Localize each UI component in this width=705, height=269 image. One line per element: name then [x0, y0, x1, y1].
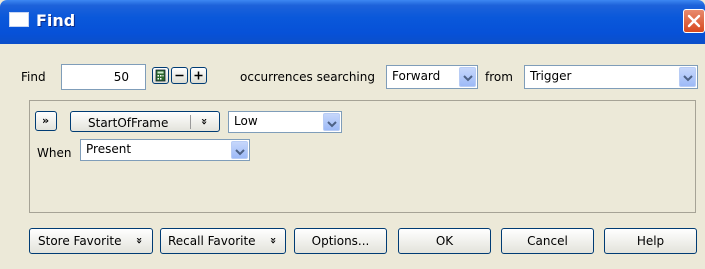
from-label: from [485, 70, 513, 84]
condition-field-dropdown[interactable]: StartOfFrame » [70, 111, 220, 132]
options-button[interactable]: Options... [294, 228, 387, 254]
find-label: Find [21, 70, 46, 84]
find-dialog: Find Find 50 occurrences searching Forwa… [0, 0, 705, 269]
occurrences-label: occurrences searching [240, 70, 375, 84]
recall-favorite-label: Recall Favorite [168, 234, 256, 248]
double-chevron-down-icon: » [267, 236, 281, 245]
window-title: Find [36, 11, 76, 30]
level-value: Low [234, 114, 258, 128]
condition-field-value: StartOfFrame [88, 116, 169, 130]
level-select[interactable]: Low [228, 111, 342, 133]
increment-button[interactable] [190, 67, 207, 84]
plus-icon [194, 71, 203, 80]
chevron-down-icon[interactable] [679, 67, 696, 87]
chevron-down-icon[interactable] [323, 113, 340, 131]
expand-condition-button[interactable]: » [35, 111, 57, 131]
from-value: Trigger [530, 69, 572, 83]
store-favorite-label: Store Favorite [38, 234, 122, 248]
minus-icon [175, 74, 184, 77]
chevron-down-icon[interactable] [231, 141, 248, 159]
calculator-icon [155, 69, 166, 82]
chevron-down-icon[interactable] [459, 67, 476, 87]
cancel-button[interactable]: Cancel [501, 228, 594, 254]
decrement-button[interactable] [171, 67, 188, 84]
from-select[interactable]: Trigger [524, 65, 698, 89]
calculator-button[interactable] [152, 67, 169, 84]
direction-value: Forward [392, 69, 441, 83]
double-chevron-down-icon: » [42, 114, 50, 127]
double-chevron-down-icon: » [133, 236, 147, 245]
close-icon [687, 14, 701, 28]
direction-select[interactable]: Forward [386, 65, 478, 89]
help-button[interactable]: Help [604, 228, 697, 254]
ok-label: OK [435, 234, 454, 248]
recall-favorite-button[interactable]: Recall Favorite » [160, 228, 286, 254]
when-value: Present [86, 142, 132, 156]
when-label: When [37, 146, 72, 160]
title-bar[interactable]: Find [0, 0, 705, 44]
when-select[interactable]: Present [80, 139, 250, 161]
ok-button[interactable]: OK [398, 228, 491, 254]
window-icon [9, 12, 29, 27]
double-chevron-down-icon: » [198, 117, 212, 126]
help-label: Help [636, 234, 665, 248]
close-button[interactable] [683, 9, 705, 33]
separator [190, 115, 191, 129]
options-label: Options... [311, 234, 370, 248]
occurrence-count-input[interactable]: 50 [61, 64, 146, 90]
store-favorite-button[interactable]: Store Favorite » [29, 228, 153, 254]
cancel-label: Cancel [527, 234, 568, 248]
